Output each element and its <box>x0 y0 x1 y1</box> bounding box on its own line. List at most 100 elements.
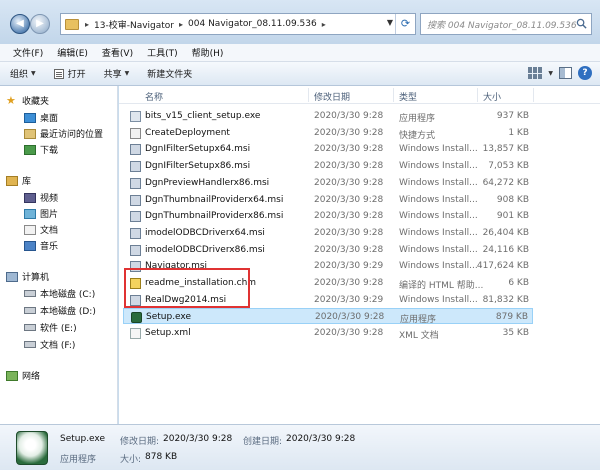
msi-file-icon <box>130 228 141 239</box>
nav-network[interactable]: 网络 <box>6 369 40 382</box>
search-placeholder: 搜索 004 Navigator_08.11.09.536 <box>427 21 577 31</box>
refresh-icon[interactable]: ⟳ <box>395 14 415 34</box>
column-headers: 名称 修改日期 类型 大小 <box>119 86 600 104</box>
column-divider[interactable] <box>477 88 478 102</box>
breadcrumb-item[interactable]: 004 Navigator_08.11.09.536 <box>185 19 320 29</box>
file-date: 2020/3/30 9:29 <box>314 295 384 305</box>
file-row[interactable]: DgnIFilterSetupx86.msi 2020/3/30 9:28 Wind… <box>123 158 533 174</box>
chevron-down-icon[interactable]: ▼ <box>387 18 393 27</box>
back-button[interactable]: ◀ <box>10 14 30 34</box>
file-row[interactable]: CreateDeployment 2020/3/30 9:28 快捷方式 1 KB <box>123 125 533 141</box>
file-row[interactable]: Setup.exe 2020/3/30 9:28 应用程序 879 KB <box>123 308 533 325</box>
file-size: 7,053 KB <box>488 161 529 171</box>
menu-tools[interactable]: 工具(T) <box>140 46 185 59</box>
file-row[interactable]: imodelODBCDriverx64.msi 2020/3/30 9:28 Win… <box>123 225 533 241</box>
change-view-icon[interactable] <box>528 67 543 79</box>
file-row[interactable]: DgnThumbnailProviderx64.msi 2020/3/30 9:2… <box>123 192 533 208</box>
recent-places-icon <box>24 128 36 139</box>
menu-view[interactable]: 查看(V) <box>95 46 140 59</box>
file-date: 2020/3/30 9:28 <box>314 328 384 338</box>
detail-created-label: 创建日期: <box>243 437 283 447</box>
msi-file-icon <box>130 211 141 222</box>
nav-disk-e[interactable]: 软件 (E:) <box>24 321 77 334</box>
file-size: 1 KB <box>508 128 529 138</box>
column-divider[interactable] <box>308 88 309 102</box>
nav-pictures[interactable]: 图片 <box>24 207 58 220</box>
music-icon <box>24 240 36 251</box>
nav-videos[interactable]: 视频 <box>24 191 58 204</box>
nav-disk-f[interactable]: 文档 (F:) <box>24 338 75 351</box>
nav-disk-d[interactable]: 本地磁盘 (D:) <box>24 304 96 317</box>
nav-label: 音乐 <box>40 242 59 252</box>
nav-libraries[interactable]: 库 <box>6 174 31 187</box>
address-bar[interactable]: ▸ 13-校审-Navigator ▸ 004 Navigator_08.11.… <box>60 13 416 35</box>
help-icon[interactable]: ? <box>578 66 592 80</box>
organize-label: 组织 <box>10 70 29 80</box>
downloads-icon <box>24 144 36 155</box>
file-size: 417,624 KB <box>476 261 529 271</box>
nav-downloads[interactable]: 下载 <box>24 143 58 156</box>
file-row[interactable]: DgnIFilterSetupx64.msi 2020/3/30 9:28 Wind… <box>123 141 533 157</box>
file-type: Windows Install... <box>399 144 478 154</box>
menu-file[interactable]: 文件(F) <box>6 46 50 59</box>
nav-computer[interactable]: 计算机 <box>6 270 49 283</box>
nav-recent[interactable]: 最近访问的位置 <box>24 127 103 140</box>
detail-size-label: 大小: <box>120 455 142 465</box>
column-name[interactable]: 名称 <box>145 90 163 103</box>
nav-label: 本地磁盘 (C:) <box>40 290 96 300</box>
breadcrumb-item[interactable]: 13-校审-Navigator <box>91 18 177 31</box>
nav-label: 网络 <box>22 372 41 382</box>
forward-button[interactable]: ▶ <box>30 14 50 34</box>
column-divider[interactable] <box>533 88 534 102</box>
new-folder-button[interactable]: 新建文件夹 <box>147 67 192 80</box>
file-date: 2020/3/30 9:28 <box>314 178 384 188</box>
chevron-down-icon: ▼ <box>124 70 130 77</box>
file-row[interactable]: Setup.xml 2020/3/30 9:28 XML 文档 35 KB <box>123 325 533 341</box>
file-type: Windows Install... <box>399 211 478 221</box>
nav-label: 下载 <box>40 146 59 156</box>
video-icon <box>24 192 36 203</box>
file-date: 2020/3/30 9:28 <box>314 278 384 288</box>
nav-desktop[interactable]: 桌面 <box>24 111 58 124</box>
file-date: 2020/3/30 9:28 <box>314 144 384 154</box>
nav-music[interactable]: 音乐 <box>24 239 58 252</box>
chevron-down-icon[interactable]: ▼ <box>548 70 553 77</box>
xml-file-icon <box>130 328 141 339</box>
file-date: 2020/3/30 9:28 <box>315 312 385 322</box>
file-row[interactable]: DgnPreviewHandlerx86.msi 2020/3/30 9:28 Wi… <box>123 175 533 191</box>
menu-help[interactable]: 帮助(H) <box>185 46 231 59</box>
nav-label: 收藏夹 <box>22 97 50 107</box>
chevron-down-icon: ▼ <box>31 70 36 77</box>
column-divider[interactable] <box>393 88 394 102</box>
nav-disk-c[interactable]: 本地磁盘 (C:) <box>24 287 95 300</box>
setup-file-icon <box>131 312 142 323</box>
file-name: bits_v15_client_setup.exe <box>145 111 261 121</box>
column-date[interactable]: 修改日期 <box>314 90 350 103</box>
computer-icon <box>6 271 18 282</box>
file-name: Setup.exe <box>146 312 192 322</box>
file-row[interactable]: bits_v15_client_setup.exe 2020/3/30 9:28 应… <box>123 108 533 124</box>
nav-documents[interactable]: 文档 <box>24 223 58 236</box>
search-input[interactable]: 搜索 004 Navigator_08.11.09.536 <box>420 13 592 35</box>
file-size: 937 KB <box>496 111 529 121</box>
detail-modified: 2020/3/30 9:28 <box>163 434 233 444</box>
column-type[interactable]: 类型 <box>399 90 417 103</box>
file-type: 应用程序 <box>399 114 436 124</box>
breadcrumb-separator: ▸ <box>179 19 184 29</box>
preview-pane-icon[interactable] <box>559 67 572 79</box>
organize-button[interactable]: 组织 ▼ <box>10 67 36 80</box>
open-button[interactable]: 打开 <box>53 67 86 80</box>
column-size[interactable]: 大小 <box>483 90 501 103</box>
setup-app-icon <box>16 431 48 465</box>
file-row[interactable]: imodelODBCDriverx86.msi 2020/3/30 9:28 Win… <box>123 242 533 258</box>
menu-edit[interactable]: 编辑(E) <box>50 46 95 59</box>
nav-favorites[interactable]: ★ 收藏夹 <box>6 94 50 108</box>
file-list: 名称 修改日期 类型 大小 bits_v15_client_setup.exe 2… <box>119 86 600 424</box>
nav-label: 视频 <box>40 194 59 204</box>
file-type: Windows Install... <box>399 161 478 171</box>
share-button[interactable]: 共享 ▼ <box>104 67 130 80</box>
nav-label: 库 <box>22 177 32 187</box>
nav-label: 最近访问的位置 <box>40 130 104 140</box>
file-name: DgnIFilterSetupx86.msi <box>145 161 251 171</box>
file-row[interactable]: DgnThumbnailProviderx86.msi 2020/3/30 9:2… <box>123 208 533 224</box>
